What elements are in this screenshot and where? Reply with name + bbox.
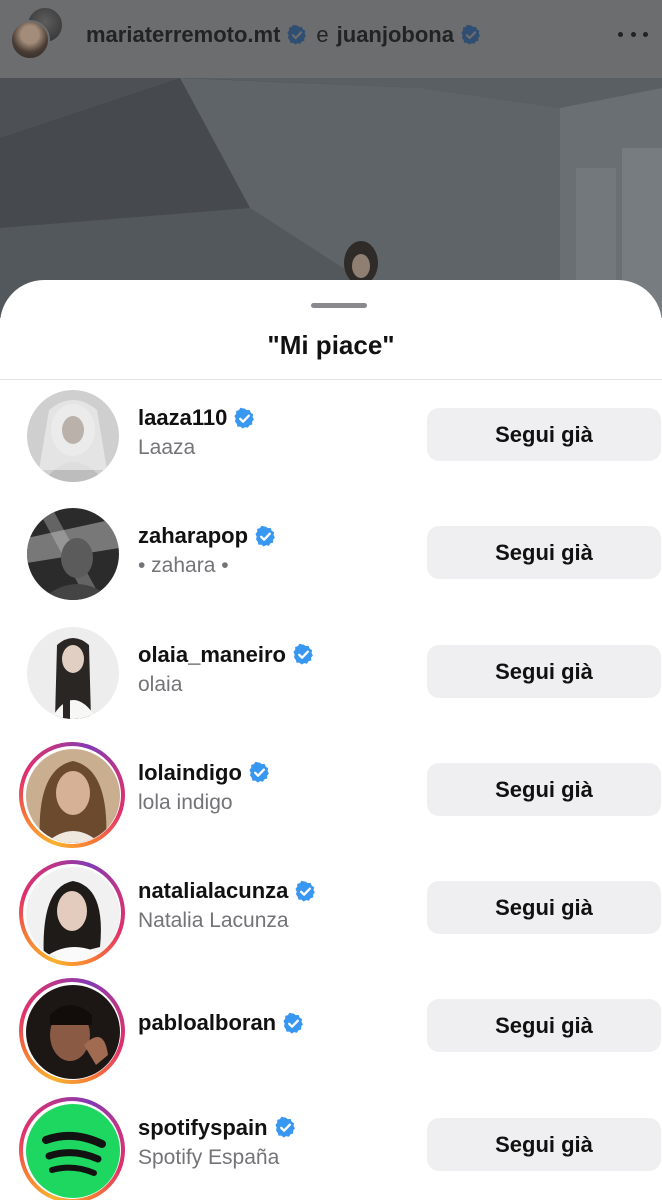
author-username[interactable]: mariaterremoto.mt — [86, 22, 280, 48]
more-horizontal-icon[interactable] — [618, 22, 648, 46]
sheet-title: "Mi piace" — [267, 330, 395, 360]
user-names: olaia_maneiro olaia — [138, 639, 315, 697]
username[interactable]: pabloalboran — [138, 1010, 276, 1036]
list-item[interactable]: pabloalboran Segui già — [0, 971, 662, 1089]
username[interactable]: olaia_maneiro — [138, 642, 286, 668]
user-names: lolaindigo lola indigo — [138, 757, 271, 815]
following-button[interactable]: Segui già — [427, 408, 661, 461]
avatar — [10, 20, 50, 60]
avatar[interactable] — [27, 626, 119, 719]
following-button[interactable]: Segui già — [427, 881, 661, 935]
full-name: lola indigo — [138, 790, 233, 814]
verified-badge-icon — [292, 643, 315, 666]
following-button[interactable]: Segui già — [427, 526, 661, 580]
full-name: Spotify España — [138, 1145, 280, 1169]
username[interactable]: zaharapop — [138, 523, 248, 549]
following-button[interactable]: Segui già — [427, 999, 661, 1053]
list-item[interactable]: lolaindigo lola indigo Segui già — [0, 735, 662, 853]
username[interactable]: laaza110 — [138, 405, 227, 431]
conjunction: e — [316, 22, 329, 47]
post-authors: mariaterremoto.mt e juanjobona — [86, 20, 482, 50]
list-item[interactable]: zaharapop • zahara • Segui già — [0, 498, 662, 616]
full-name: olaia — [138, 672, 183, 696]
full-name: Laaza — [138, 436, 196, 459]
full-name: Natalia Lacunza — [138, 909, 289, 933]
post-header: mariaterremoto.mt e juanjobona — [0, 0, 662, 78]
avatar[interactable] — [27, 390, 119, 482]
verified-badge-icon — [233, 407, 256, 430]
list-item[interactable]: laaza110 Laaza Segui già — [0, 380, 662, 498]
full-name: • zahara • — [138, 554, 229, 578]
user-names: natalialacunza Natalia Lacunza — [138, 875, 317, 933]
collab-avatars[interactable] — [10, 6, 66, 62]
avatar[interactable] — [26, 985, 120, 1080]
username[interactable]: natalialacunza — [138, 878, 288, 904]
verified-badge-icon — [460, 24, 482, 46]
avatar[interactable] — [26, 748, 120, 843]
verified-badge-icon — [248, 761, 271, 784]
avatar[interactable] — [26, 867, 120, 962]
author-username[interactable]: juanjobona — [337, 22, 454, 48]
sheet-grabber[interactable] — [311, 303, 367, 308]
likers-list: laaza110 Laaza Segui già zaharapop • zah… — [0, 380, 662, 1200]
likes-screen: mariaterremoto.mt e juanjobona "Mi piace… — [0, 0, 662, 1200]
user-names: laaza110 Laaza — [138, 402, 256, 460]
list-item[interactable]: spotifyspain Spotify España Segui già — [0, 1090, 662, 1200]
following-button[interactable]: Segui già — [427, 644, 661, 698]
user-names: spotifyspain Spotify España — [138, 1112, 297, 1170]
username[interactable]: lolaindigo — [138, 760, 242, 786]
following-button[interactable]: Segui già — [427, 762, 661, 816]
verified-badge-icon — [282, 1012, 305, 1035]
verified-badge-icon — [286, 24, 308, 46]
verified-badge-icon — [274, 1116, 297, 1139]
following-button[interactable]: Segui già — [427, 1117, 661, 1171]
user-names: zaharapop • zahara • — [138, 520, 277, 578]
user-names: pabloalboran — [138, 1007, 305, 1039]
avatar[interactable] — [27, 508, 119, 601]
verified-badge-icon — [294, 880, 317, 903]
verified-badge-icon — [254, 525, 277, 548]
list-item[interactable]: olaia_maneiro olaia Segui già — [0, 617, 662, 735]
spotify-logo-icon[interactable] — [26, 1103, 120, 1198]
likes-sheet: "Mi piace" laaza110 Laaza Segui già zaha… — [0, 280, 662, 1200]
list-item[interactable]: natalialacunza Natalia Lacunza Segui già — [0, 853, 662, 971]
username[interactable]: spotifyspain — [138, 1115, 268, 1141]
